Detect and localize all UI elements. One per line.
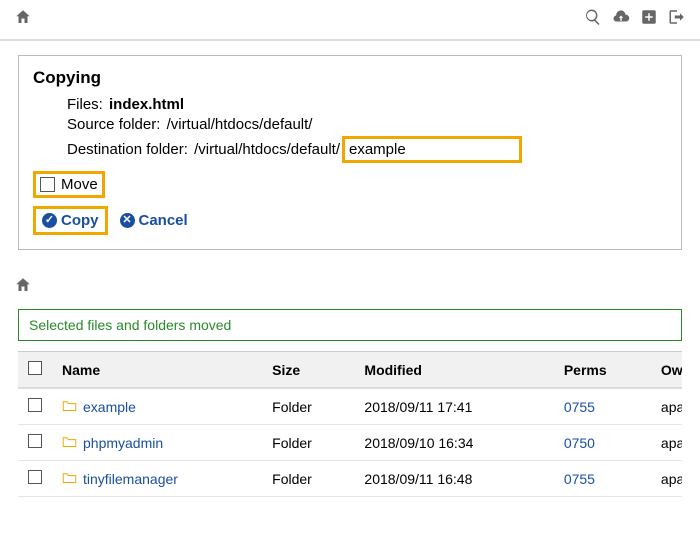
check-circle-icon: ✓ xyxy=(42,213,57,228)
cloud-upload-icon[interactable] xyxy=(612,8,630,31)
logout-icon[interactable] xyxy=(668,8,686,31)
files-row: Files: index.html xyxy=(67,96,667,113)
cell-modified: 2018/09/10 16:34 xyxy=(354,425,553,461)
move-checkbox-wrap[interactable]: Move xyxy=(33,171,105,198)
cell-size: Folder xyxy=(262,388,354,425)
search-icon[interactable] xyxy=(584,8,602,31)
cell-size: Folder xyxy=(262,425,354,461)
source-row: Source folder: /virtual/htdocs/default/ xyxy=(67,116,667,133)
col-modified: Modified xyxy=(354,352,553,388)
table-row: phpmyadmin Folder2018/09/10 16:34 0750 apa xyxy=(18,425,682,461)
home-icon[interactable] xyxy=(14,276,32,299)
row-checkbox[interactable] xyxy=(28,434,42,448)
plus-icon[interactable] xyxy=(640,8,658,31)
perms-link[interactable]: 0755 xyxy=(564,399,595,415)
home-icon[interactable] xyxy=(14,8,32,31)
cell-modified: 2018/09/11 16:48 xyxy=(354,461,553,497)
file-link[interactable]: example xyxy=(62,399,136,415)
table-row: example Folder2018/09/11 17:41 0755 apa xyxy=(18,388,682,425)
cell-modified: 2018/09/11 17:41 xyxy=(354,388,553,425)
folder-icon xyxy=(62,399,77,415)
cell-owner: apa xyxy=(651,461,682,497)
x-circle-icon: ✕ xyxy=(120,213,135,228)
row-checkbox[interactable] xyxy=(28,398,42,412)
col-owner: Ow xyxy=(651,352,682,388)
table-row: tinyfilemanager Folder2018/09/11 16:48 075… xyxy=(18,461,682,497)
cell-owner: apa xyxy=(651,388,682,425)
perms-link[interactable]: 0755 xyxy=(564,471,595,487)
cell-size: Folder xyxy=(262,461,354,497)
destination-input[interactable] xyxy=(342,136,522,163)
move-checkbox[interactable] xyxy=(40,177,55,192)
dialog-title: Copying xyxy=(33,68,667,88)
col-size: Size xyxy=(262,352,354,388)
copy-button[interactable]: ✓ Copy xyxy=(33,206,108,235)
perms-link[interactable]: 0750 xyxy=(564,435,595,451)
folder-icon xyxy=(62,435,77,451)
destination-row: Destination folder: /virtual/htdocs/defa… xyxy=(67,136,667,163)
col-perms: Perms xyxy=(554,352,651,388)
cell-owner: apa xyxy=(651,425,682,461)
file-link[interactable]: phpmyadmin xyxy=(62,435,163,451)
cancel-button[interactable]: ✕ Cancel xyxy=(120,212,188,229)
select-all-checkbox[interactable] xyxy=(28,361,42,375)
top-toolbar xyxy=(0,0,700,41)
folder-icon xyxy=(62,471,77,487)
success-banner: Selected files and folders moved xyxy=(18,309,682,341)
breadcrumb-bar xyxy=(0,268,700,305)
col-name: Name xyxy=(52,352,262,388)
copy-dialog: Copying Files: index.html Source folder:… xyxy=(18,55,682,250)
file-link[interactable]: tinyfilemanager xyxy=(62,471,178,487)
file-table: Name Size Modified Perms Ow example Folde… xyxy=(18,351,682,497)
row-checkbox[interactable] xyxy=(28,470,42,484)
